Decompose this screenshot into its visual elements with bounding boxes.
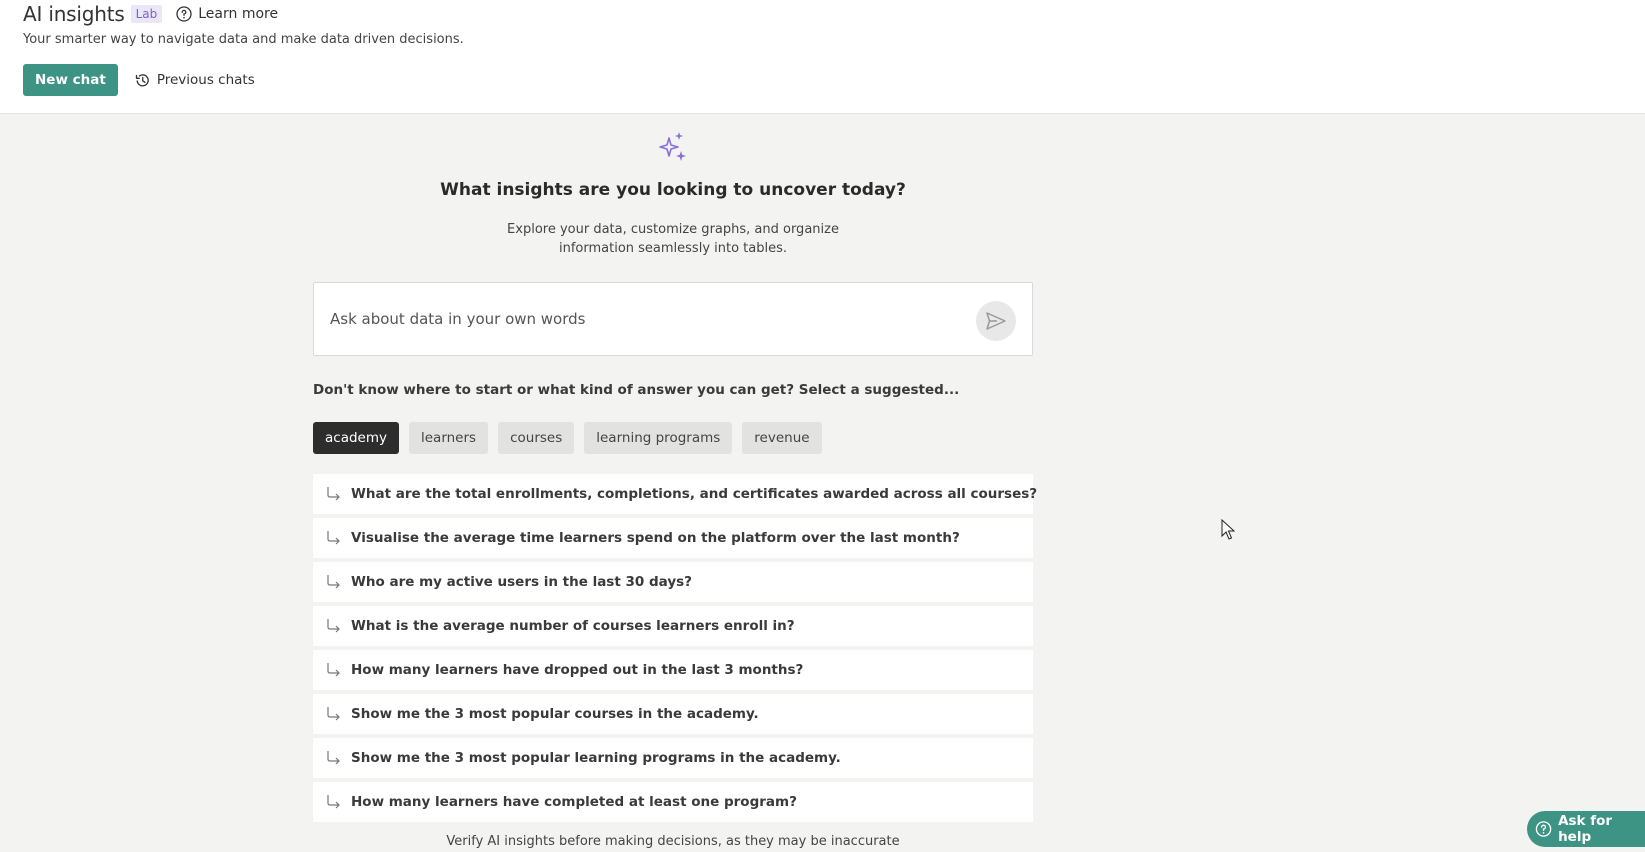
suggestion-text: Show me the 3 most popular courses in th…	[351, 706, 759, 722]
suggestion-text: How many learners have completed at leas…	[351, 794, 797, 810]
title-row: AI insights Lab Learn more	[23, 0, 278, 28]
suggestion-item[interactable]: Show me the 3 most popular courses in th…	[313, 694, 1033, 734]
lab-badge: Lab	[130, 5, 163, 23]
arrow-return-icon	[327, 751, 340, 765]
previous-chats-button[interactable]: Previous chats	[134, 72, 255, 89]
arrow-return-icon	[327, 663, 340, 677]
suggestion-text: What are the total enrollments, completi…	[351, 486, 1038, 502]
suggestion-text: What is the average number of courses le…	[351, 618, 795, 634]
suggestion-text: Who are my active users in the last 30 d…	[351, 574, 693, 590]
chip-courses[interactable]: courses	[498, 422, 575, 454]
send-button[interactable]	[976, 301, 1016, 341]
arrow-return-icon	[327, 487, 340, 501]
previous-chats-label: Previous chats	[156, 72, 255, 88]
sparkle-icon	[659, 132, 686, 161]
arrow-return-icon	[327, 575, 340, 589]
suggestion-item[interactable]: Visualise the average time learners spen…	[313, 518, 1033, 558]
suggestion-text: Show me the 3 most popular learning prog…	[351, 750, 841, 766]
main-area: What insights are you looking to uncover…	[0, 114, 1645, 852]
suggestion-item[interactable]: Who are my active users in the last 30 d…	[313, 562, 1033, 602]
page-header: AI insights Lab Learn more Your smarter …	[0, 0, 1645, 114]
chip-learners[interactable]: learners	[408, 422, 489, 454]
suggestion-item[interactable]: How many learners have dropped out in th…	[313, 650, 1033, 690]
help-circle-icon	[176, 6, 192, 22]
learn-more-label: Learn more	[198, 6, 279, 22]
suggestion-text: How many learners have dropped out in th…	[351, 662, 804, 678]
suggestion-hint: Don't know where to start or what kind o…	[313, 382, 960, 398]
page-title: AI insights	[23, 2, 125, 26]
main-description: Explore your data, customize graphs, and…	[507, 222, 839, 256]
main-heading: What insights are you looking to uncover…	[440, 180, 906, 200]
suggestion-item[interactable]: What are the total enrollments, completi…	[313, 474, 1037, 514]
chip-academy[interactable]: academy	[313, 422, 399, 454]
suggestion-item[interactable]: What is the average number of courses le…	[313, 606, 1033, 646]
learn-more-link[interactable]: Learn more	[176, 6, 278, 22]
ask-input[interactable]	[330, 305, 930, 333]
new-chat-button[interactable]: New chat	[23, 64, 118, 96]
chip-learning-programs[interactable]: learning programs	[584, 422, 733, 454]
ask-box	[313, 282, 1033, 356]
ai-disclaimer: Verify AI insights before making decisio…	[446, 834, 900, 849]
suggestion-list: What are the total enrollments, completi…	[313, 474, 1037, 826]
arrow-return-icon	[327, 531, 340, 545]
ask-for-help-label: Ask for help	[1558, 813, 1613, 845]
header-actions: New chat Previous chats	[23, 64, 255, 96]
category-chips: academy learners courses learning progra…	[313, 422, 832, 454]
page-subtitle: Your smarter way to navigate data and ma…	[23, 32, 464, 47]
ask-for-help-button[interactable]: Ask for help	[1527, 811, 1645, 847]
chip-revenue[interactable]: revenue	[742, 422, 822, 454]
send-icon	[986, 312, 1006, 330]
suggestion-item[interactable]: Show me the 3 most popular learning prog…	[313, 738, 1033, 778]
arrow-return-icon	[327, 795, 340, 809]
suggestion-text: Visualise the average time learners spen…	[351, 530, 960, 546]
suggestion-item[interactable]: How many learners have completed at leas…	[313, 782, 1033, 822]
arrow-return-icon	[327, 707, 340, 721]
help-circle-icon	[1535, 821, 1552, 837]
arrow-return-icon	[327, 619, 340, 633]
history-icon	[135, 73, 149, 86]
mouse-cursor-icon	[1221, 519, 1235, 540]
